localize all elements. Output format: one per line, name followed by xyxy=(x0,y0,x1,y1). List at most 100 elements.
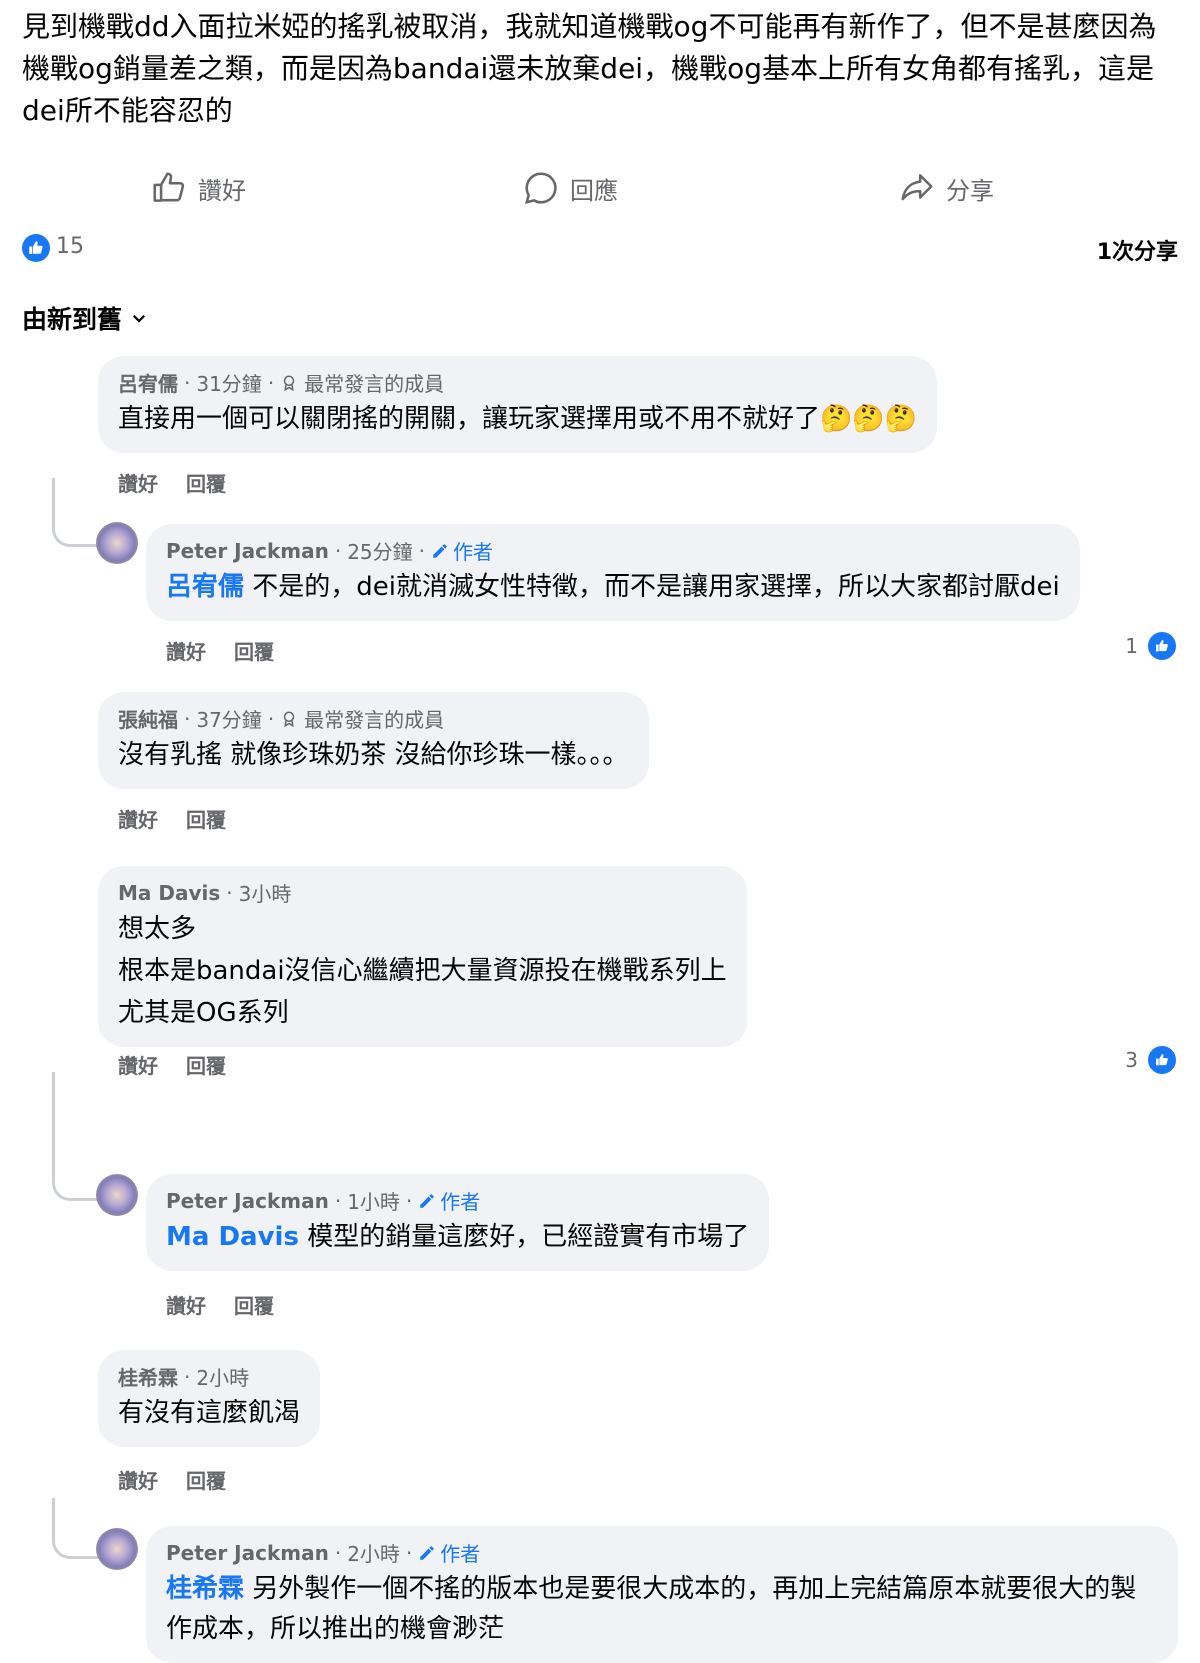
comment-text: 沒有乳搖 就像珍珠奶茶 沒給你珍珠一樣。。。 xyxy=(118,740,629,770)
comment-reply-button[interactable]: 回覆 xyxy=(186,804,226,833)
comment-reply-button[interactable]: 回覆 xyxy=(186,1465,226,1494)
comment-sort-dropdown[interactable]: 由新到舊 xyxy=(22,300,148,336)
author-label: 作者 xyxy=(440,1190,481,1214)
comment-text-body: 不是的，dei就消滅女性特徵，而不是讓用家選擇，所以大家都討厭dei xyxy=(244,572,1060,602)
comment-line: 根本是bandai沒信心繼續把大量資源投在機戰系列上 xyxy=(118,956,727,986)
comment-actions: 讚好 回覆 xyxy=(166,1290,274,1319)
comment-meta: Peter Jackman · 2小時 · 作者 xyxy=(166,1538,1158,1567)
mention-link[interactable]: 桂希霖 xyxy=(166,1574,244,1604)
comment-text: 桂希霖 另外製作一個不搖的版本也是要很大成本的，再加上完結篇原本就要很大的製作成… xyxy=(166,1569,1158,1649)
reply-bubble: Peter Jackman · 25分鐘 · 作者 呂宥儒 不是的，dei就消滅… xyxy=(146,524,1080,621)
reply-button[interactable]: 回應 xyxy=(522,162,618,214)
comment-reply-button[interactable]: 回覆 xyxy=(186,1050,226,1079)
pencil-icon xyxy=(420,1545,435,1560)
comment-bubble: 桂希霖 · 2小時 有沒有這麼飢渴 xyxy=(98,1350,321,1447)
author-badge: 作者 xyxy=(418,1186,480,1215)
top-contributor-badge: 最常發言的成員 xyxy=(304,708,445,732)
like-reaction-icon[interactable] xyxy=(22,234,50,262)
comment-meta: 張純福 · 37分鐘 · 最常發言的成員 xyxy=(118,704,629,733)
comment-actions: 讚好 回覆 xyxy=(166,636,274,665)
comment-time[interactable]: 1小時 xyxy=(347,1186,400,1215)
reaction-count[interactable]: 3 xyxy=(1125,1044,1178,1076)
share-icon xyxy=(901,174,933,201)
like-reaction-icon xyxy=(1146,1044,1178,1076)
award-icon xyxy=(283,375,295,391)
comment-line: 尤其是OG系列 xyxy=(118,998,289,1028)
pencil-icon xyxy=(433,543,447,558)
comment-meta: Peter Jackman · 25分鐘 · 作者 xyxy=(166,536,1060,565)
comment-author-name[interactable]: Peter Jackman xyxy=(166,1541,329,1565)
comment-like-button[interactable]: 讚好 xyxy=(166,1290,206,1319)
avatar[interactable] xyxy=(96,1174,138,1216)
share-button-label: 分享 xyxy=(946,176,994,205)
comment-text-body: 模型的銷量這麼好，已經證實有市場了 xyxy=(298,1222,750,1252)
award-icon xyxy=(283,711,295,727)
comment-like-button[interactable]: 讚好 xyxy=(118,468,158,497)
avatar[interactable] xyxy=(96,1528,138,1570)
comment-text: 有沒有這麼飢渴 xyxy=(118,1398,301,1428)
reaction-count-value: 3 xyxy=(1125,1048,1138,1072)
like-reaction-icon xyxy=(1146,630,1178,662)
mention-link[interactable]: 呂宥儒 xyxy=(166,572,244,602)
comment-actions: 讚好 回覆 xyxy=(118,468,226,497)
comment-author-name[interactable]: Ma Davis xyxy=(118,881,220,905)
thread-connector xyxy=(52,1072,99,1201)
comment-bubble: Ma Davis · 3小時 想太多 根本是bandai沒信心繼續把大量資源投在… xyxy=(98,866,747,1047)
comment-bubble: 張純福 · 37分鐘 · 最常發言的成員 沒有乳搖 就像珍珠奶茶 沒給你珍珠一樣… xyxy=(98,692,649,789)
comment-reply-button[interactable]: 回覆 xyxy=(186,468,226,497)
like-count[interactable]: 15 xyxy=(56,234,84,259)
thumbs-up-icon xyxy=(153,172,185,202)
comment-like-button[interactable]: 讚好 xyxy=(166,636,206,665)
comment-text-body: 另外製作一個不搖的版本也是要很大成本的，再加上完結篇原本就要很大的製作成本，所以… xyxy=(166,1574,1137,1644)
post-text: 見到機戰dd入面拉米婭的搖乳被取消，我就知道機戰og不可能再有新作了，但不是甚麼… xyxy=(22,10,1157,127)
reaction-count-value: 1 xyxy=(1125,634,1138,658)
like-button[interactable]: 讚好 xyxy=(150,162,246,214)
comment-time[interactable]: 2小時 xyxy=(196,1362,249,1391)
comment-author-name[interactable]: Peter Jackman xyxy=(166,1189,329,1213)
avatar[interactable] xyxy=(96,522,138,564)
comment-meta: 桂希霖 · 2小時 xyxy=(118,1362,300,1391)
comment-author-name[interactable]: Peter Jackman xyxy=(166,539,329,563)
comment-reply-button[interactable]: 回覆 xyxy=(234,636,274,665)
thread-connector xyxy=(52,1498,99,1559)
comment-author-name[interactable]: 呂宥儒 xyxy=(118,368,178,397)
reaction-count[interactable]: 1 xyxy=(1125,630,1178,662)
pencil-icon xyxy=(420,1193,435,1208)
comment-time[interactable]: 31分鐘 xyxy=(196,368,261,397)
comment-time[interactable]: 2小時 xyxy=(347,1538,400,1567)
comment-author-name[interactable]: 張純福 xyxy=(118,704,178,733)
author-badge: 作者 xyxy=(418,1538,480,1567)
thread-connector xyxy=(52,478,99,547)
comment-actions: 讚好 回覆 xyxy=(118,1050,226,1079)
comment-text: 呂宥儒 不是的，dei就消滅女性特徵，而不是讓用家選擇，所以大家都討厭dei xyxy=(166,567,1060,607)
comment-text: 直接用一個可以關閉搖的開關，讓玩家選擇用或不用不就好了🤔🤔🤔 xyxy=(118,399,917,439)
author-label: 作者 xyxy=(453,540,494,564)
thinking-face-emoji: 🤔🤔🤔 xyxy=(820,404,918,434)
like-button-label: 讚好 xyxy=(198,176,246,205)
author-badge: 作者 xyxy=(431,536,493,565)
mention-link[interactable]: Ma Davis xyxy=(166,1222,299,1252)
comment-text: Ma Davis 模型的銷量這麼好，已經證實有市場了 xyxy=(166,1217,749,1257)
share-count[interactable]: 1次分享 xyxy=(1097,234,1178,266)
comment-like-button[interactable]: 讚好 xyxy=(118,804,158,833)
author-label: 作者 xyxy=(440,1542,481,1566)
comment-like-button[interactable]: 讚好 xyxy=(118,1465,158,1494)
comment-reply-button[interactable]: 回覆 xyxy=(234,1290,274,1319)
comment-actions: 讚好 回覆 xyxy=(118,1465,226,1494)
reply-bubble: Peter Jackman · 2小時 · 作者 桂希霖 另外製作一個不搖的版本… xyxy=(146,1526,1178,1663)
comment-time[interactable]: 37分鐘 xyxy=(196,704,261,733)
comment-time[interactable]: 25分鐘 xyxy=(347,536,412,565)
comment-line: 想太多 xyxy=(118,914,197,944)
post-counts: 15 1次分享 xyxy=(0,230,1200,266)
share-button[interactable]: 分享 xyxy=(898,162,994,214)
comment-author-name[interactable]: 桂希霖 xyxy=(118,1362,178,1391)
comment-actions: 讚好 回覆 xyxy=(118,804,226,833)
comment-bubble: 呂宥儒 · 31分鐘 · 最常發言的成員 直接用一個可以關閉搖的開關，讓玩家選擇… xyxy=(98,356,938,453)
comment-time[interactable]: 3小時 xyxy=(239,878,292,907)
comment-like-button[interactable]: 讚好 xyxy=(118,1050,158,1079)
comment-meta: Peter Jackman · 1小時 · 作者 xyxy=(166,1186,749,1215)
post-action-bar: 讚好 回應 分享 xyxy=(0,162,1200,214)
top-contributor-badge: 最常發言的成員 xyxy=(304,372,445,396)
comment-icon xyxy=(524,172,557,205)
chevron-down-icon xyxy=(132,314,146,323)
